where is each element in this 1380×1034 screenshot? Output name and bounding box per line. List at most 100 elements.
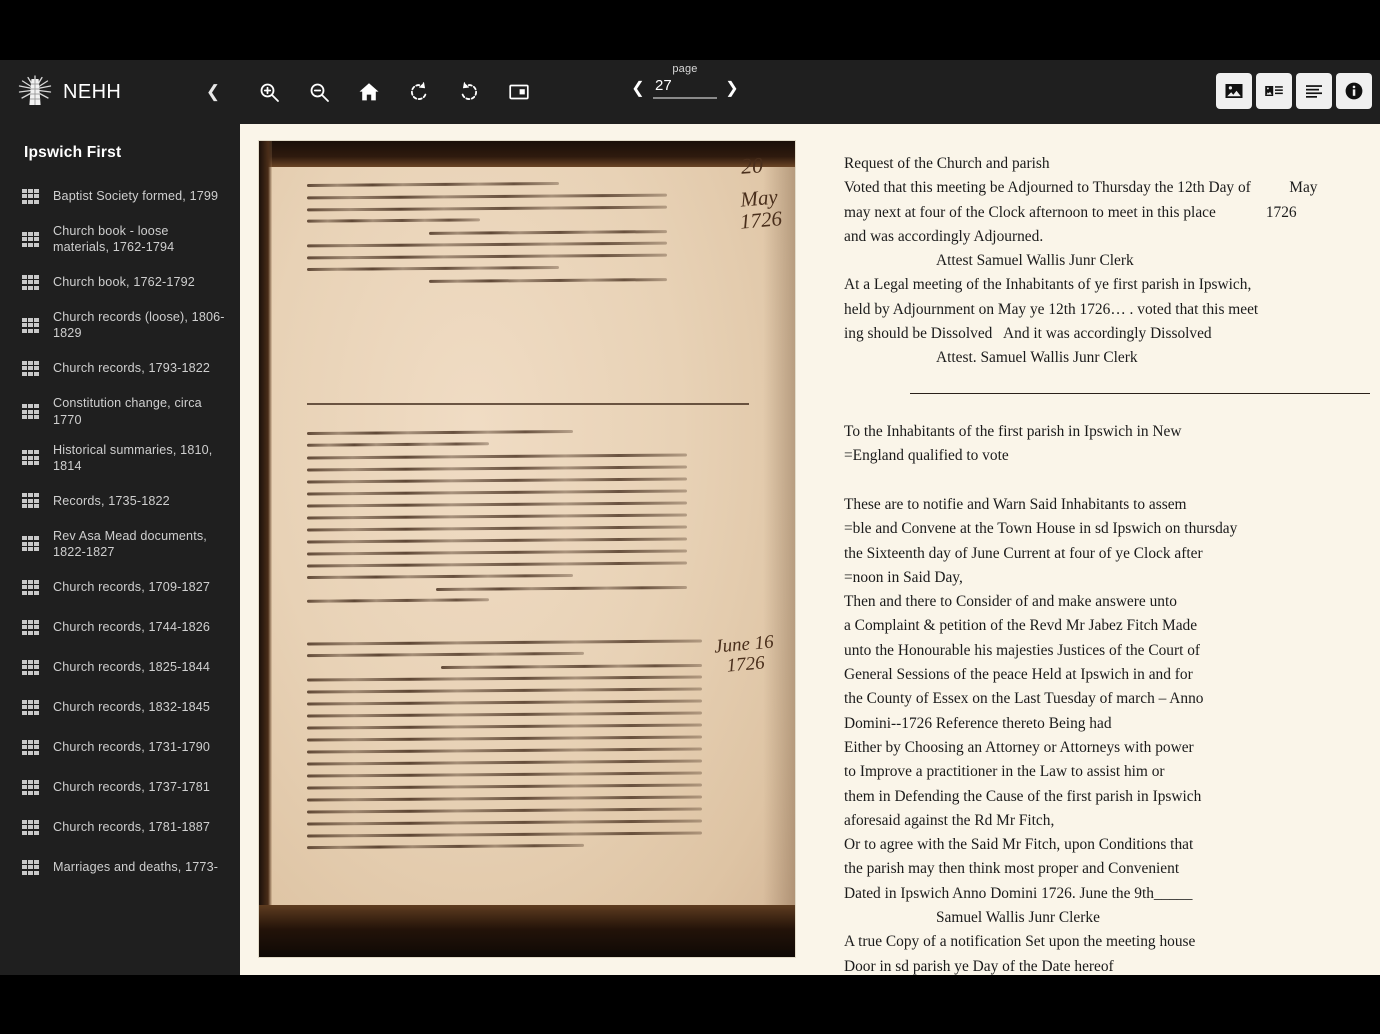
manuscript-handwriting-block-2 xyxy=(307,431,687,611)
content-area: 20 May1726 June 161726 xyxy=(240,124,1380,975)
manuscript-divider-rule xyxy=(307,391,749,419)
transcript-line: the County of Essex on the Last Tuesday … xyxy=(844,687,1372,711)
document-list-item-label: Constitution change, circa 1770 xyxy=(53,395,226,427)
document-list-item[interactable]: Historical summaries, 1810, 1814 xyxy=(0,435,240,481)
collection-title: Ipswich First xyxy=(0,124,240,176)
document-list-item-label: Marriages and deaths, 1773- xyxy=(53,859,218,875)
transcript-line: to Improve a practitioner in the Law to … xyxy=(844,760,1372,784)
document-list-item[interactable]: Church records (loose), 1806-1829 xyxy=(0,302,240,348)
document-list-item[interactable]: Church records, 1737-1781 xyxy=(0,767,240,807)
document-list-item-label: Historical summaries, 1810, 1814 xyxy=(53,442,226,474)
manuscript-handwriting-block-3 xyxy=(307,641,702,857)
transcript-line: These are to notifie and Warn Said Inhab… xyxy=(844,493,1372,517)
grid-icon xyxy=(22,536,39,551)
document-list-item[interactable]: Church book, 1762-1792 xyxy=(0,262,240,302)
page-label: page xyxy=(672,64,697,75)
manuscript-margin-note-2: June 161726 xyxy=(714,632,777,677)
transcript-line: Then and there to Consider of and make a… xyxy=(844,590,1372,614)
transcript-line: General Sessions of the peace Held at Ip… xyxy=(844,663,1372,687)
document-list-item-label: Church records, 1825-1844 xyxy=(53,659,210,675)
document-list-item-label: Baptist Society formed, 1799 xyxy=(53,188,218,204)
image-text-view-icon[interactable] xyxy=(1256,73,1292,109)
rotate-left-icon[interactable] xyxy=(400,73,438,111)
manuscript-binding-bottom xyxy=(259,905,796,958)
image-view-icon[interactable] xyxy=(1216,73,1252,109)
transcript-line: =noon in Said Day, xyxy=(844,566,1372,590)
document-list-item-label: Church records, 1737-1781 xyxy=(53,779,210,795)
text-view-icon[interactable] xyxy=(1296,73,1332,109)
transcript-line: Either by Choosing an Attorney or Attorn… xyxy=(844,736,1372,760)
sidebar-collapse-button[interactable]: ❮ xyxy=(200,79,226,105)
manuscript-gutter-shadow xyxy=(763,167,796,905)
transcript-line: held by Adjournment on May ye 12th 1726…… xyxy=(844,298,1372,322)
page-navigator: page ❮ ❯ xyxy=(620,64,750,99)
grid-icon xyxy=(22,660,39,675)
grid-icon xyxy=(22,493,39,508)
document-list-item[interactable]: Rev Asa Mead documents, 1822-1827 xyxy=(0,521,240,567)
viewer-viewport: NEHH ❮ Ipswich First Baptist Society for… xyxy=(0,60,1380,975)
zoom-in-icon[interactable] xyxy=(250,73,288,111)
transcript-line: A true Copy of a notification Set upon t… xyxy=(844,930,1372,954)
letterbox-top xyxy=(0,0,1380,60)
transcript-line: Attest Samuel Wallis Junr Clerk xyxy=(844,249,1372,273)
thumbnail-toggle-icon[interactable] xyxy=(500,73,538,111)
top-toolbar: page ❮ ❯ xyxy=(240,60,1380,124)
next-page-button[interactable]: ❯ xyxy=(723,77,741,99)
transcript-line: and was accordingly Adjourned. xyxy=(844,225,1372,249)
document-list-item[interactable]: Church records, 1731-1790 xyxy=(0,727,240,767)
document-list-item-label: Records, 1735-1822 xyxy=(53,493,170,509)
page-controls: ❮ ❯ xyxy=(629,77,741,99)
grid-icon xyxy=(22,580,39,595)
document-list-item[interactable]: Baptist Society formed, 1799 xyxy=(0,176,240,216)
transcript-pane[interactable]: Request of the Church and parishVoted th… xyxy=(820,124,1380,975)
info-icon[interactable] xyxy=(1336,73,1372,109)
grid-icon xyxy=(22,780,39,795)
transcript-line: At a Legal meeting of the Inhabitants of… xyxy=(844,273,1372,297)
transcript-line: unto the Honourable his majesties Justic… xyxy=(844,639,1372,663)
document-list-item[interactable]: Church records, 1781-1887 xyxy=(0,807,240,847)
grid-icon xyxy=(22,700,39,715)
transcript-line: =ble and Convene at the Town House in sd… xyxy=(844,517,1372,541)
document-list-item[interactable]: Records, 1735-1822 xyxy=(0,481,240,521)
manuscript-binding-left xyxy=(259,141,272,958)
document-list-item[interactable]: Church records, 1825-1844 xyxy=(0,647,240,687)
page-input[interactable] xyxy=(653,77,717,99)
sidebar-header: NEHH ❮ xyxy=(0,60,240,124)
document-list-item-label: Church records, 1832-1845 xyxy=(53,699,210,715)
document-list-item-label: Church records (loose), 1806-1829 xyxy=(53,309,226,341)
transcript-line: To the Inhabitants of the first parish i… xyxy=(844,420,1372,444)
document-list-item[interactable]: Church records, 1709-1827 xyxy=(0,567,240,607)
app-root: NEHH ❮ Ipswich First Baptist Society for… xyxy=(0,0,1380,1034)
transcript-line: may next at four of the Clock afternoon … xyxy=(844,201,1372,225)
prev-page-button[interactable]: ❮ xyxy=(629,77,647,99)
grid-icon xyxy=(22,232,39,247)
transcript-line: Domini--1726 Reference thereto Being had xyxy=(844,712,1372,736)
document-list-item[interactable]: Constitution change, circa 1770 xyxy=(0,388,240,434)
manuscript-image-pane[interactable]: 20 May1726 June 161726 xyxy=(240,124,820,975)
document-list-item-label: Church records, 1793-1822 xyxy=(53,360,210,376)
document-list-item-label: Church records, 1709-1827 xyxy=(53,579,210,595)
transcript-line: =England qualified to vote xyxy=(844,444,1372,468)
transcript-line: Samuel Wallis Junr Clerke xyxy=(844,906,1372,930)
manuscript-binding-top xyxy=(259,141,796,167)
transcript-text: Request of the Church and parishVoted th… xyxy=(844,152,1372,975)
document-list-item[interactable]: Church records, 1793-1822 xyxy=(0,348,240,388)
brand-title: NEHH xyxy=(63,81,200,104)
transcript-line: Dated in Ipswich Anno Domini 1726. June … xyxy=(844,882,1372,906)
transcript-line: the parish may then think most proper an… xyxy=(844,857,1372,881)
document-list-item[interactable]: Marriages and deaths, 1773- xyxy=(0,847,240,887)
document-list-item-label: Church book - loose materials, 1762-1794 xyxy=(53,223,226,255)
lighthouse-beacon-icon xyxy=(18,75,52,109)
transcript-line: Door in sd parish ye Day of the Date her… xyxy=(844,955,1372,975)
document-list-item-label: Church book, 1762-1792 xyxy=(53,274,195,290)
grid-icon xyxy=(22,450,39,465)
zoom-out-icon[interactable] xyxy=(300,73,338,111)
grid-icon xyxy=(22,860,39,875)
document-list-item[interactable]: Church book - loose materials, 1762-1794 xyxy=(0,216,240,262)
transcript-line: aforesaid against the Rd Mr Fitch, xyxy=(844,809,1372,833)
rotate-right-icon[interactable] xyxy=(450,73,488,111)
home-icon[interactable] xyxy=(350,73,388,111)
document-list-item[interactable]: Church records, 1744-1826 xyxy=(0,607,240,647)
document-list-item[interactable]: Church records, 1832-1845 xyxy=(0,687,240,727)
transcript-line: Attest. Samuel Wallis Junr Clerk xyxy=(844,346,1372,370)
